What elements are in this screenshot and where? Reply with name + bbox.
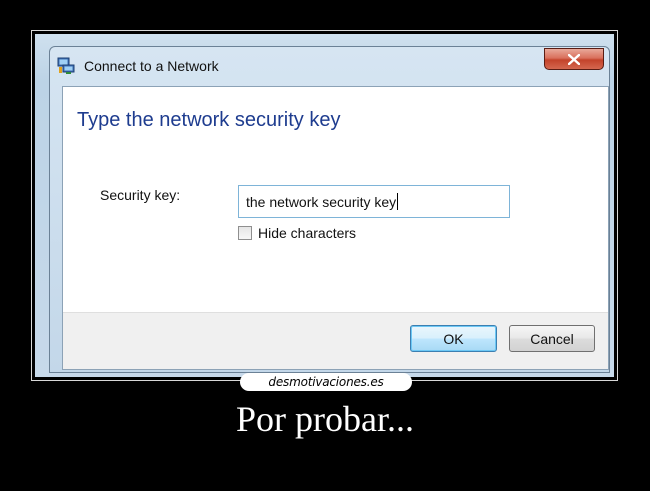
window-title: Connect to a Network xyxy=(84,58,219,74)
screenshot-area: Connect to a Network Type the network se… xyxy=(34,33,615,378)
hide-characters-option[interactable]: Hide characters xyxy=(238,225,356,241)
security-key-value: the network security key xyxy=(246,193,397,210)
security-key-label: Security key: xyxy=(100,187,181,203)
dialog-footer: OK Cancel xyxy=(63,312,608,369)
security-key-input[interactable]: the network security key xyxy=(238,185,510,218)
dialog-heading: Type the network security key xyxy=(77,109,341,131)
connect-window: Connect to a Network Type the network se… xyxy=(35,34,614,377)
dialog-content: Type the network security key Security k… xyxy=(62,86,609,370)
cancel-button[interactable]: Cancel xyxy=(509,325,595,352)
site-badge: desmotivaciones.es xyxy=(240,373,412,391)
hide-characters-label: Hide characters xyxy=(258,225,357,241)
title-bar[interactable]: Connect to a Network xyxy=(57,54,544,78)
hide-characters-checkbox[interactable] xyxy=(238,226,252,240)
close-button[interactable] xyxy=(544,48,604,70)
network-icon xyxy=(57,57,75,75)
poster-frame: Connect to a Network Type the network se… xyxy=(31,30,618,381)
close-icon xyxy=(568,53,580,65)
ok-button[interactable]: OK xyxy=(410,325,497,352)
text-caret xyxy=(397,193,399,210)
poster-caption: Por probar... xyxy=(236,399,414,439)
